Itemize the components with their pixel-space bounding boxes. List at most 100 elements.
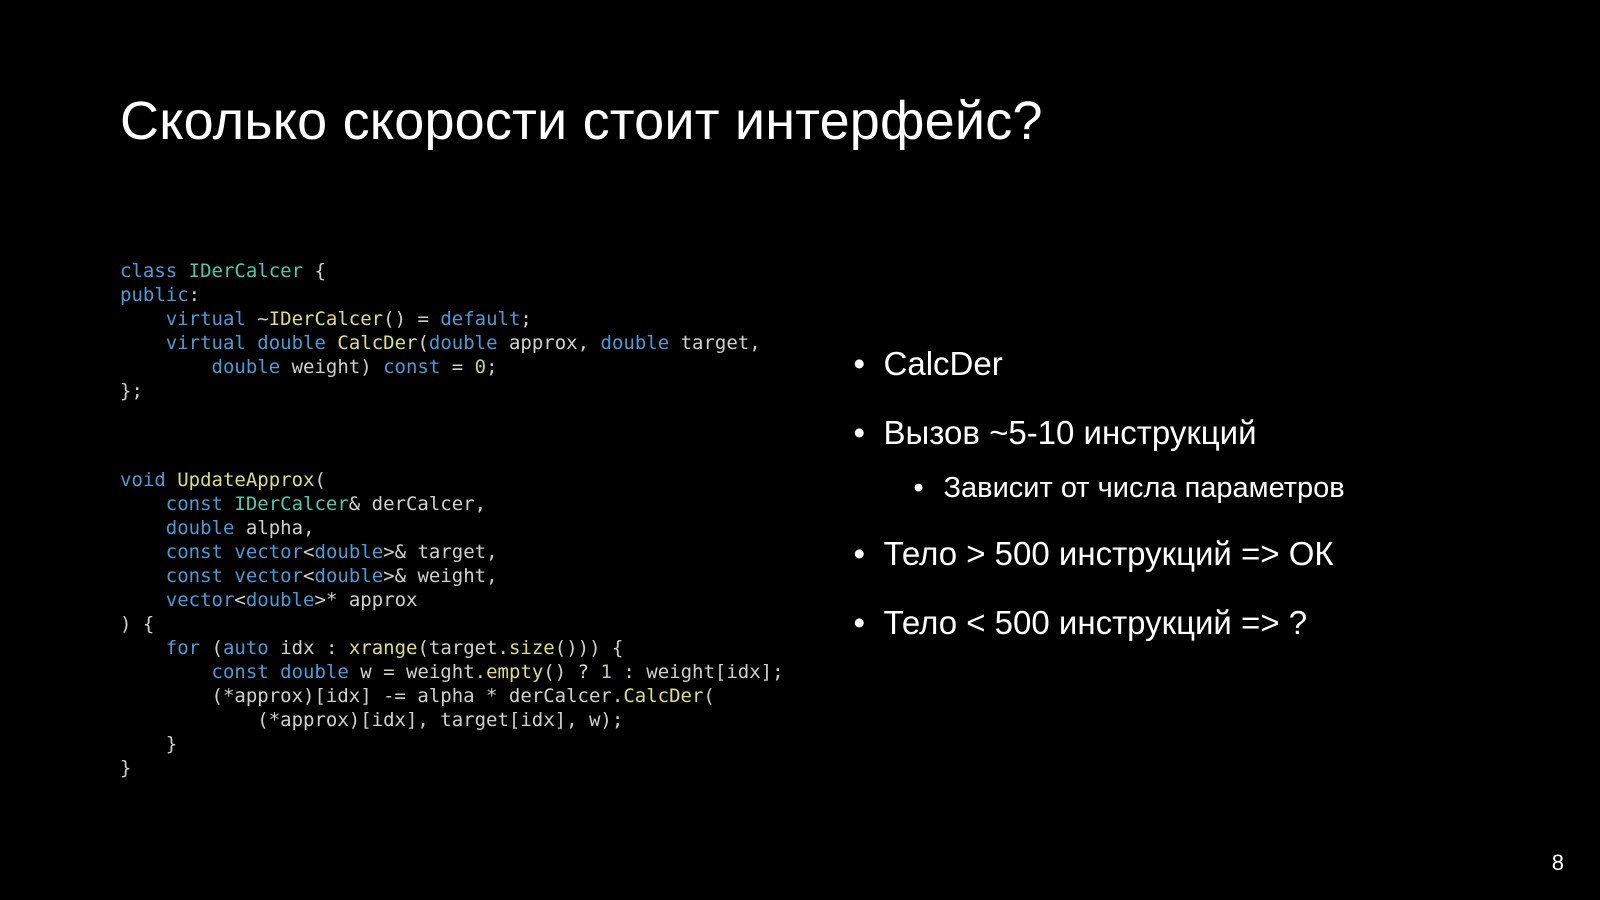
code-token: (target.: [417, 637, 509, 659]
code-token: default: [440, 308, 520, 330]
code-token: const: [383, 356, 440, 378]
code-token: virtual: [166, 332, 258, 354]
code-line: (*approx)[idx], target[idx], w);: [120, 709, 784, 733]
code-line: public:: [120, 284, 784, 308]
code-line: const vector<double>& weight,: [120, 565, 784, 589]
code-token: (*approx)[idx], target[idx], w);: [120, 709, 623, 731]
code-token: const: [166, 493, 235, 515]
code-token: auto: [223, 637, 269, 659]
code-token: (: [703, 685, 714, 707]
code-token: [120, 661, 212, 683]
code-block-1: class IDerCalcer {public: virtual ~IDerC…: [120, 260, 784, 404]
code-token: empty: [486, 661, 543, 683]
code-token: vector: [166, 589, 235, 611]
code-line: const vector<double>& target,: [120, 541, 784, 565]
page-number: 8: [1552, 850, 1564, 876]
code-token: [120, 332, 166, 354]
code-token: double: [212, 356, 281, 378]
code-token: double: [601, 332, 670, 354]
code-token: : weight[idx];: [612, 661, 784, 683]
code-token: (: [314, 469, 325, 491]
bullet-text: Тело > 500 инструкций => ОК: [884, 535, 1334, 572]
code-token: approx,: [498, 332, 601, 354]
code-line: for (auto idx : xrange(target.size())) {: [120, 637, 784, 661]
code-token: vector: [234, 565, 303, 587]
code-token: size: [509, 637, 555, 659]
code-token: <: [303, 541, 314, 563]
code-token: const: [166, 565, 235, 587]
code-token: const: [212, 661, 281, 683]
code-token: {: [303, 260, 326, 282]
bullet-item: Тело < 500 инструкций => ?: [844, 601, 1480, 646]
code-token: IDerCalcer: [269, 308, 383, 330]
code-token: >& target,: [383, 541, 497, 563]
code-line: }: [120, 733, 784, 757]
code-token: [120, 565, 166, 587]
code-token: xrange: [349, 637, 418, 659]
sub-bullet-list: Зависит от числа параметров: [884, 469, 1480, 508]
code-token: [120, 589, 166, 611]
code-token: w = weight.: [349, 661, 486, 683]
code-token: [120, 517, 166, 539]
code-token: target,: [669, 332, 761, 354]
code-token: IDerCalcer: [234, 493, 348, 515]
code-token: [120, 493, 166, 515]
code-token: [120, 541, 166, 563]
code-token: (: [417, 332, 428, 354]
bullet-item: CalcDer: [844, 342, 1480, 387]
code-line: double alpha,: [120, 517, 784, 541]
slide: Сколько скорости стоит интерфейс? class …: [0, 0, 1600, 900]
code-token: [120, 308, 166, 330]
content-columns: class IDerCalcer {public: virtual ~IDerC…: [120, 212, 1480, 828]
code-token: double: [246, 589, 315, 611]
code-token: virtual: [166, 308, 258, 330]
sub-bullet-item: Зависит от числа параметров: [884, 469, 1480, 508]
code-token: }: [120, 757, 131, 779]
code-token: >& weight,: [383, 565, 497, 587]
bullets-column: CalcDer Вызов ~5-10 инструкций Зависит от …: [784, 212, 1480, 669]
code-token: ;: [486, 356, 497, 378]
code-token: vector: [234, 541, 303, 563]
code-block-2: void UpdateApprox( const IDerCalcer& der…: [120, 469, 784, 780]
code-token: ) {: [120, 613, 154, 635]
code-token: double: [429, 332, 498, 354]
code-token: alpha,: [234, 517, 314, 539]
code-line: (*approx)[idx] -= alpha * derCalcer.Calc…: [120, 685, 784, 709]
code-token: IDerCalcer: [189, 260, 303, 282]
code-token: CalcDer: [337, 332, 417, 354]
code-token: () ?: [543, 661, 600, 683]
slide-title: Сколько скорости стоит интерфейс?: [120, 90, 1480, 152]
code-token: double: [280, 661, 349, 683]
code-line: }: [120, 757, 784, 781]
code-token: UpdateApprox: [177, 469, 314, 491]
code-token: };: [120, 380, 143, 402]
code-token: =: [440, 356, 474, 378]
code-token: CalcDer: [623, 685, 703, 707]
code-token: public: [120, 284, 189, 306]
code-token: <: [234, 589, 245, 611]
code-token: weight): [280, 356, 383, 378]
code-token: double: [315, 565, 384, 587]
bullet-text: Вызов ~5-10 инструкций: [884, 414, 1257, 451]
code-token: double: [257, 332, 326, 354]
code-token: ~: [257, 308, 268, 330]
code-column: class IDerCalcer {public: virtual ~IDerC…: [120, 212, 784, 828]
code-token: >* approx: [315, 589, 418, 611]
bullet-item: Тело > 500 инструкций => ОК: [844, 532, 1480, 577]
code-token: void: [120, 469, 177, 491]
code-line: };: [120, 380, 784, 404]
code-token: & derCalcer,: [349, 493, 486, 515]
code-token: for: [166, 637, 200, 659]
code-line: ) {: [120, 613, 784, 637]
code-token: :: [189, 284, 200, 306]
code-token: idx :: [269, 637, 349, 659]
code-token: [326, 332, 337, 354]
code-line: double weight) const = 0;: [120, 356, 784, 380]
code-token: double: [166, 517, 235, 539]
bullet-list: CalcDer Вызов ~5-10 инструкций Зависит от …: [844, 342, 1480, 645]
code-line: const double w = weight.empty() ? 1 : we…: [120, 661, 784, 685]
code-line: virtual ~IDerCalcer() = default;: [120, 308, 784, 332]
bullet-item: Вызов ~5-10 инструкций Зависит от числа п…: [844, 411, 1480, 509]
code-token: }: [120, 733, 177, 755]
code-token: 1: [600, 661, 611, 683]
